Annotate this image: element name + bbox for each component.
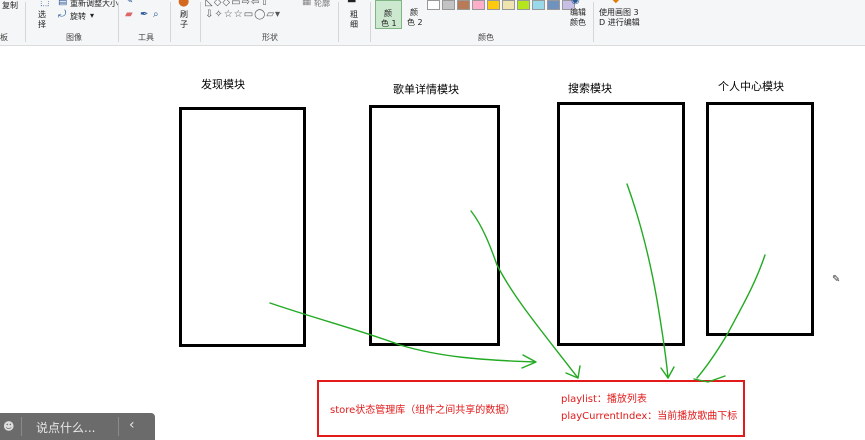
comment-bar[interactable]: ☻ 说点什么... ‹ — [0, 413, 155, 440]
arrow-discover-to-store — [269, 302, 536, 363]
pencil-cursor-icon: ✎ — [832, 274, 841, 285]
arrow-search-to-store — [626, 183, 669, 379]
arrow-profile-to-store — [696, 254, 766, 379]
comment-bar-divider — [118, 417, 119, 436]
comment-bar-divider — [21, 417, 22, 436]
collapse-icon[interactable]: ‹ — [129, 417, 135, 433]
comment-input[interactable]: 说点什么... — [36, 419, 95, 436]
arrow-playlist-to-store — [470, 210, 579, 379]
green-arrows — [269, 183, 766, 383]
emoji-icon[interactable]: ☻ — [3, 420, 14, 433]
